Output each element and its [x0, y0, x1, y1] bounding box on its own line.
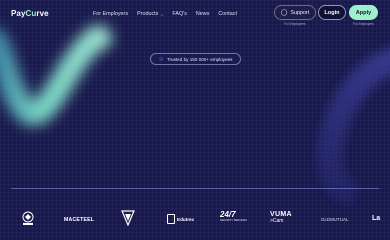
trusted-badge-text: Trusted by 150 000+ employees	[166, 56, 233, 62]
oldmutual-logo: OLDMUTUAL	[321, 217, 349, 222]
shield-logo	[121, 210, 135, 226]
page: PayCurve For Employers Products ⌵ FAQ's N…	[0, 0, 390, 240]
main-nav: For Employers Products ⌵ FAQ's News Conta…	[93, 11, 237, 17]
trusted-badge: ☆ Trusted by 150 000+ employees	[150, 53, 241, 65]
security-247-logo: 24/7 SECURITY SERVICES	[220, 210, 247, 223]
support-sub-label: For Employees	[284, 22, 306, 26]
site-header: PayCurve For Employers Products ⌵ FAQ's N…	[0, 0, 390, 30]
chevron-down-icon: ⌵	[160, 11, 164, 17]
divider	[11, 188, 379, 189]
apply-sub-label: For Employers	[353, 22, 374, 26]
client-logos: MACETEEL Edutrex 24/7 SECURITY SERVICES …	[0, 207, 390, 233]
maceteel-logo: MACETEEL	[64, 217, 95, 223]
nav-news[interactable]: News	[196, 11, 209, 17]
support-chat-icon: ◯	[280, 10, 288, 16]
login-button[interactable]: Login	[318, 5, 346, 20]
star-icon: ☆	[158, 56, 164, 63]
edu-logo: Edutrex	[167, 214, 194, 224]
paycurve-logo[interactable]: PayCurve	[11, 9, 49, 18]
support-button[interactable]: ◯ Support	[274, 5, 316, 20]
edu-mark-icon	[167, 214, 175, 224]
ncl-logo	[22, 211, 34, 225]
vuma-logo: VUMA >Cam	[270, 211, 292, 224]
nav-contact[interactable]: Contact	[218, 11, 237, 17]
nav-for-employers[interactable]: For Employers	[93, 11, 128, 17]
decorative-glow	[0, 25, 390, 203]
nav-faqs[interactable]: FAQ's	[172, 11, 187, 17]
partial-logo: La	[372, 215, 381, 222]
nav-products[interactable]: Products ⌵	[137, 11, 163, 17]
support-label: Support	[290, 9, 310, 16]
apply-button[interactable]: Apply	[349, 5, 378, 20]
